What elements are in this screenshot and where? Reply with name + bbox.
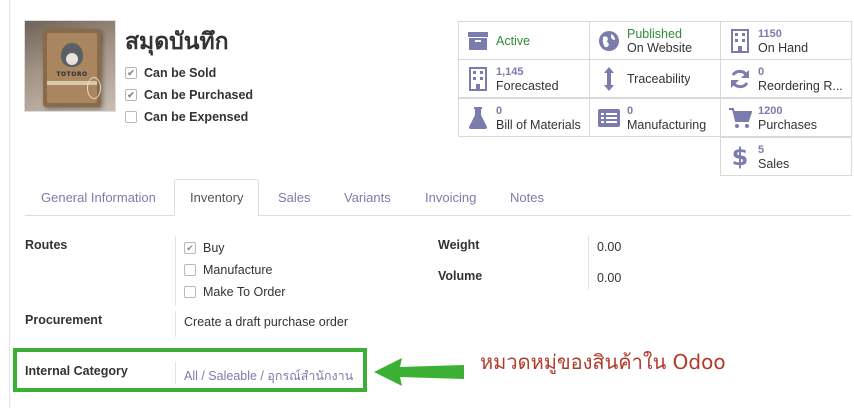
- sales-button[interactable]: $ 5 Sales: [720, 137, 852, 176]
- building-icon: [726, 28, 754, 53]
- flask-icon: [464, 106, 492, 130]
- can-be-expensed-checkbox[interactable]: Can be Expensed: [125, 110, 248, 124]
- field-divider: [175, 236, 176, 306]
- tab-inventory[interactable]: Inventory: [174, 179, 260, 216]
- route-make-to-order-checkbox[interactable]: Make To Order: [184, 285, 285, 299]
- cart-icon: [726, 107, 754, 129]
- tab-variants[interactable]: Variants: [329, 179, 406, 216]
- building-icon: [464, 66, 492, 91]
- reordering-button[interactable]: 0 Reordering R...: [720, 59, 852, 98]
- can-be-purchased-checkbox[interactable]: ✔ Can be Purchased: [125, 88, 253, 102]
- arrow-left-icon: [374, 358, 464, 386]
- traceability-button[interactable]: Traceability: [589, 59, 721, 98]
- procurement-label: Procurement: [25, 313, 103, 327]
- purchases-button[interactable]: 1200 Purchases: [720, 98, 852, 137]
- active-button[interactable]: Active: [458, 21, 590, 60]
- field-divider: [175, 311, 176, 337]
- annotation-text: หมวดหมู่ของสินค้าใน Odoo: [480, 350, 726, 374]
- route-manufacture-checkbox[interactable]: Manufacture: [184, 263, 272, 277]
- volume-value[interactable]: 0.00: [597, 271, 621, 285]
- checkbox-empty-icon[interactable]: [184, 264, 196, 276]
- tab-invoicing[interactable]: Invoicing: [410, 179, 491, 216]
- routes-label: Routes: [25, 238, 68, 252]
- sheet-border: [9, 0, 10, 408]
- manufacturing-button[interactable]: 0 Manufacturing: [589, 98, 721, 137]
- arrows-vertical-icon: [595, 66, 623, 92]
- image-caption: TOTORO: [56, 71, 88, 78]
- weight-value[interactable]: 0.00: [597, 240, 621, 254]
- forecasted-button[interactable]: 1,145 Forecasted: [458, 59, 590, 98]
- product-name[interactable]: สมุดบันทึก: [125, 24, 229, 60]
- dollar-icon: $: [731, 142, 749, 171]
- globe-icon: [595, 30, 623, 52]
- product-image[interactable]: TOTORO: [24, 20, 116, 112]
- archive-icon: [464, 31, 492, 51]
- route-buy-checkbox[interactable]: ✔ Buy: [184, 241, 225, 255]
- on-hand-button[interactable]: 1150 On Hand: [720, 21, 852, 60]
- checkbox-checked-icon[interactable]: ✔: [125, 89, 137, 101]
- can-be-sold-checkbox[interactable]: ✔ Can be Sold: [125, 66, 216, 80]
- field-divider: [588, 236, 589, 290]
- tab-notes[interactable]: Notes: [495, 179, 559, 216]
- list-icon: [595, 108, 623, 128]
- volume-label: Volume: [438, 269, 483, 283]
- product-form-sheet: TOTORO สมุดบันทึก ✔ Can be Sold ✔ Can be…: [0, 0, 854, 408]
- procurement-value[interactable]: Create a draft purchase order: [184, 315, 348, 329]
- weight-label: Weight: [438, 238, 480, 252]
- checkbox-checked-icon[interactable]: ✔: [125, 67, 137, 79]
- checkbox-empty-icon[interactable]: [125, 111, 137, 123]
- tab-general-information[interactable]: General Information: [26, 179, 171, 216]
- bill-of-materials-button[interactable]: 0 Bill of Materials: [458, 98, 590, 137]
- refresh-icon: [726, 68, 754, 90]
- tab-sales[interactable]: Sales: [263, 179, 326, 216]
- website-button[interactable]: Published On Website: [589, 21, 721, 60]
- checkbox-empty-icon[interactable]: [184, 286, 196, 298]
- checkbox-checked-icon[interactable]: ✔: [184, 242, 196, 254]
- highlight-box: [13, 348, 367, 392]
